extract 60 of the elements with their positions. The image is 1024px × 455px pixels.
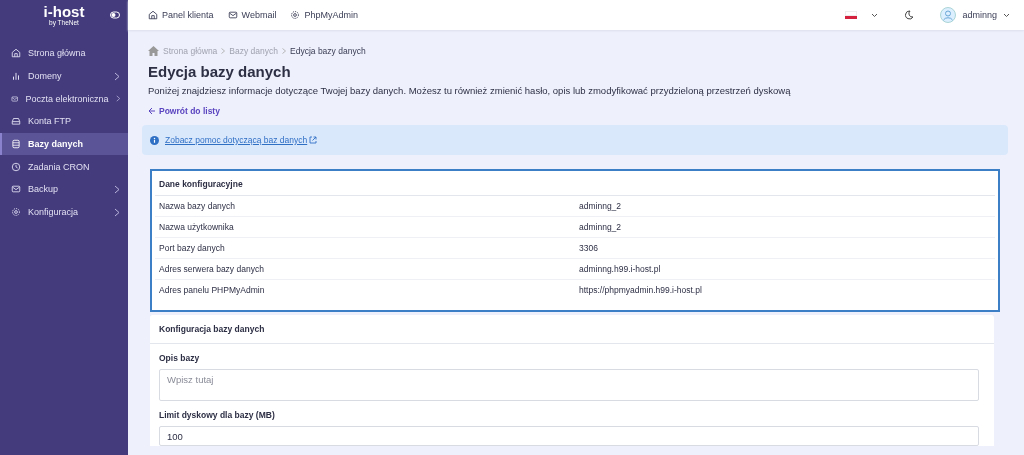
breadcrumb-item: Edycja bazy danych [290,46,366,56]
chevron-icon [114,207,120,217]
table-title: Dane konfiguracyjne [155,171,995,196]
chevron-icon [114,184,120,194]
back-link[interactable]: Powrót do listy [148,106,220,116]
table-cell-text: adminng_2 [578,222,623,232]
table-cell-text: adminng.h99.i-host.pl [578,264,662,274]
clock-icon [11,161,21,172]
info-icon [150,135,159,145]
top-link[interactable]: Webmail [227,10,277,20]
page-title: Edycja bazy danych [148,63,292,80]
table-cell-text: https://phpmyadmin.h99.i-host.pl [578,285,703,295]
sidebar-item[interactable]: Konfiguracja [0,200,128,224]
top-link[interactable]: Panel klienta [148,10,214,20]
drive-icon [11,116,21,127]
table-cell-text: Nazwa użytkownika [158,222,235,232]
username[interactable]: adminng [962,10,997,20]
field-label: Limit dyskowy dla bazy (MB) [158,409,276,422]
envelope-icon [227,10,238,20]
page-description: Poniżej znajdziesz informacje dotyczące Twojej bazy danych. Możesz tu również zmienić hasło, opis lub zmodyfikować przydzieloną przestrzeń dyskową [148,85,792,96]
arrow-left-icon [148,107,156,115]
home-icon [148,46,159,56]
field-label: Opis bazy [158,352,201,365]
table-cell-text: 3306 [578,243,599,253]
caret-icon[interactable] [871,12,879,18]
database-icon [11,139,21,150]
sidebar-item[interactable]: Backup [0,178,128,201]
moon-icon[interactable] [904,10,915,20]
caret-icon[interactable] [1003,12,1010,18]
sidebar-item[interactable]: Poczta elektroniczna [0,87,128,111]
sidebar-item[interactable]: Domeny [0,64,128,88]
flag-icon[interactable] [845,11,858,19]
logo-text: i-host [43,4,85,19]
chevron-icon [114,71,120,81]
external-link-icon [309,136,318,144]
envelope-icon [11,93,19,104]
chevron-icon [221,48,226,54]
table-cell-text: Nazwa bazy danych [158,201,237,211]
settings-icon [290,10,301,20]
chevron-icon [115,94,120,104]
bar-chart-icon [11,71,21,82]
home-icon [11,48,21,59]
card-title: Konfiguracja bazy danych [150,315,994,344]
sidebar-item[interactable]: Zadania CRON [0,155,128,179]
description-field[interactable]: Wpisz tutaj [159,369,979,401]
settings-icon [11,207,21,218]
table-cell-text: Adres panelu PHPMyAdmin [158,285,266,295]
sidebar-item[interactable]: Bazy danych [0,132,128,156]
envelope-icon [11,184,21,195]
sidebar-item[interactable]: Strona główna [0,42,128,65]
toggle-icon[interactable] [110,11,120,19]
table-cell-text: Port bazy danych [158,243,226,253]
table-cell-text: Adres serwera bazy danych [158,264,265,274]
home-icon [148,10,158,20]
sidebar-item[interactable]: Konta FTP [0,110,128,133]
help-link[interactable]: Zobacz pomoc dotyczącą baz danych [165,135,318,145]
top-link[interactable]: PhpMyAdmin [290,10,358,20]
input-field[interactable]: 100 [159,426,979,446]
table-cell-text: adminng_2 [578,201,623,211]
chevron-icon [282,48,286,54]
